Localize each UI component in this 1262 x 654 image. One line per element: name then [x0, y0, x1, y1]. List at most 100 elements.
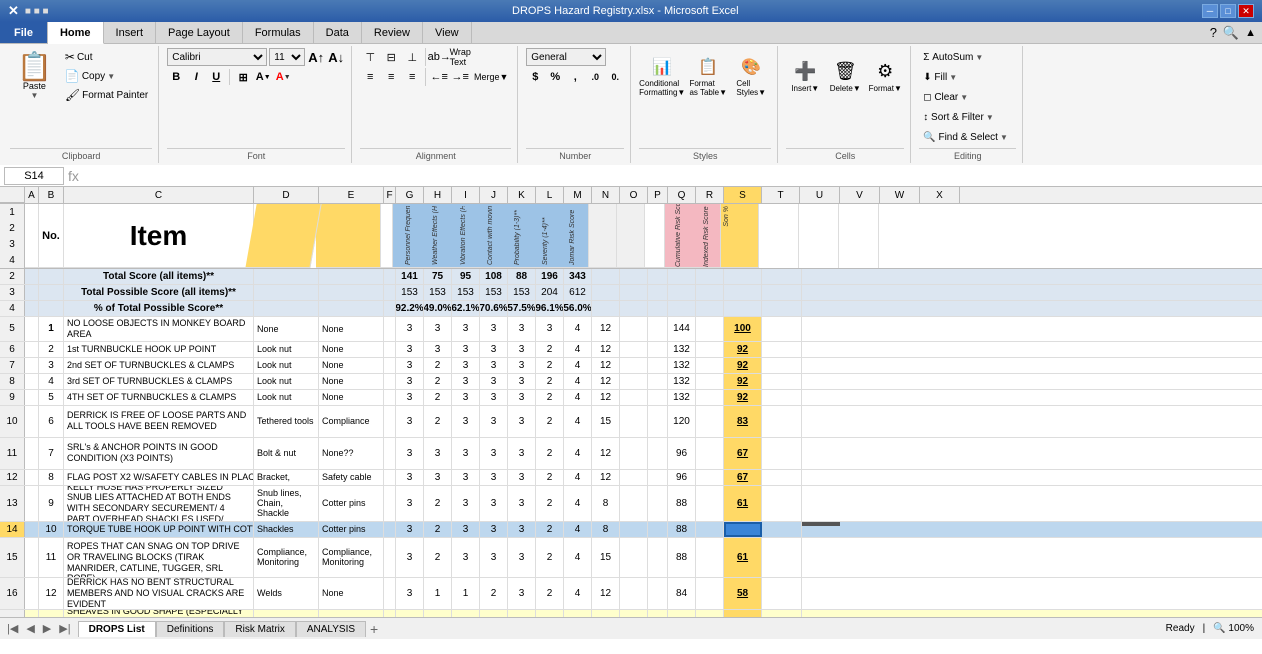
border-button[interactable]: ⊞ — [234, 68, 252, 86]
sheet-first-button[interactable]: |◀ — [4, 622, 21, 635]
sheet-tab-definitions[interactable]: Definitions — [156, 621, 225, 637]
sort-filter-button[interactable]: ↕ Sort & Filter▼ — [919, 108, 998, 126]
cell-styles-button[interactable]: 🎨 CellStyles▼ — [731, 48, 771, 106]
col-header-u[interactable]: U — [800, 187, 840, 203]
tab-home[interactable]: Home — [48, 22, 104, 44]
cell-item-label: Item — [64, 204, 254, 268]
cut-button[interactable]: ✂ Cut — [61, 48, 152, 66]
table-row: 8 4 3rd SET OF TURNBUCKLES & CLAMPS Look… — [0, 374, 1262, 390]
col-header-n[interactable]: N — [592, 187, 620, 203]
sheet-next-button[interactable]: ▶ — [40, 622, 54, 635]
font-color-button[interactable]: A▼ — [274, 68, 292, 86]
tab-view[interactable]: View — [423, 22, 472, 43]
decrease-font-button[interactable]: A↓ — [327, 48, 345, 66]
col-header-j[interactable]: J — [480, 187, 508, 203]
col-header-f[interactable]: F — [384, 187, 396, 203]
copy-button[interactable]: 📄 Copy ▼ — [61, 67, 152, 85]
tab-review[interactable]: Review — [362, 22, 423, 43]
row-4-num[interactable]: 4 — [0, 252, 25, 268]
orientation-button[interactable]: ab→ — [429, 48, 449, 66]
col-header-k[interactable]: K — [508, 187, 536, 203]
col-header-s[interactable]: S — [724, 187, 762, 203]
row-2-num[interactable]: 2 — [0, 220, 25, 236]
underline-button[interactable]: U — [207, 68, 225, 86]
sheet-prev-button[interactable]: ◀ — [23, 622, 37, 635]
col-header-l[interactable]: L — [536, 187, 564, 203]
tab-insert[interactable]: Insert — [104, 22, 157, 43]
autosum-button[interactable]: Σ AutoSum▼ — [919, 48, 987, 66]
col-header-a[interactable]: A — [25, 187, 39, 203]
decrease-decimal-button[interactable]: .0 — [586, 68, 604, 86]
col-header-v[interactable]: V — [840, 187, 880, 203]
top-align-button[interactable]: ⊤ — [360, 48, 380, 66]
help-icon[interactable]: ? — [1210, 25, 1217, 40]
selected-cell-s14[interactable] — [724, 522, 762, 537]
formula-input[interactable] — [83, 167, 1258, 185]
decrease-indent-button[interactable]: ←≡ — [429, 68, 449, 86]
formula-bar: fx — [0, 165, 1262, 187]
col-header-r[interactable]: R — [696, 187, 724, 203]
tab-file[interactable]: File — [0, 22, 48, 43]
sheet-tab-risk-matrix[interactable]: Risk Matrix — [224, 621, 295, 637]
tab-page-layout[interactable]: Page Layout — [156, 22, 243, 43]
close-button[interactable]: ✕ — [1238, 4, 1254, 18]
center-align-button[interactable]: ≡ — [381, 68, 401, 86]
merge-center-button[interactable]: Merge▼ — [471, 68, 511, 86]
restore-button[interactable]: □ — [1220, 4, 1236, 18]
delete-button[interactable]: 🗑 Delete▼ — [826, 48, 864, 106]
col-header-t[interactable]: T — [762, 187, 800, 203]
number-format-select[interactable]: General — [526, 48, 606, 66]
wrap-text-button[interactable]: WrapText — [450, 48, 470, 66]
increase-indent-button[interactable]: →≡ — [450, 68, 470, 86]
row-3-num[interactable]: 3 — [0, 236, 25, 252]
font-name-select[interactable]: Calibri — [167, 48, 267, 66]
find-select-button[interactable]: 🔍 Find & Select▼ — [919, 128, 1012, 146]
col-header-g[interactable]: G — [396, 187, 424, 203]
sheet-last-button[interactable]: ▶| — [56, 622, 73, 635]
col-header-q[interactable]: Q — [668, 187, 696, 203]
bold-button[interactable]: B — [167, 68, 185, 86]
currency-button[interactable]: $ — [526, 68, 544, 86]
fill-color-button[interactable]: A▼ — [254, 68, 272, 86]
col-header-m[interactable]: M — [564, 187, 592, 203]
right-align-button[interactable]: ≡ — [402, 68, 422, 86]
col-header-h[interactable]: H — [424, 187, 452, 203]
tab-formulas[interactable]: Formulas — [243, 22, 314, 43]
clear-button[interactable]: ◻ Clear▼ — [919, 88, 972, 106]
bottom-align-button[interactable]: ⊥ — [402, 48, 422, 66]
number-label: Number — [526, 148, 624, 161]
col-header-w[interactable]: W — [880, 187, 920, 203]
tab-data[interactable]: Data — [314, 22, 362, 43]
col-header-b[interactable]: B — [39, 187, 64, 203]
sheet-tab-analysis[interactable]: ANALYSIS — [296, 621, 366, 637]
paste-button[interactable]: 📋 Paste ▼ — [10, 48, 59, 105]
col-header-x[interactable]: X — [920, 187, 960, 203]
collapse-ribbon-icon[interactable]: ▲ — [1245, 27, 1256, 39]
format-button[interactable]: ⚙ Format▼ — [866, 48, 904, 106]
format-as-table-button[interactable]: 📋 Formatas Table▼ — [688, 48, 728, 106]
col-header-i[interactable]: I — [452, 187, 480, 203]
format-painter-button[interactable]: 🖌 Format Painter — [61, 86, 152, 104]
comma-button[interactable]: , — [566, 68, 584, 86]
minimize-button[interactable]: ─ — [1202, 4, 1218, 18]
col-header-e[interactable]: E — [319, 187, 384, 203]
col-header-d[interactable]: D — [254, 187, 319, 203]
fill-button[interactable]: ⬇ Fill▼ — [919, 68, 961, 86]
sheet-tab-drops-list[interactable]: DROPS List — [78, 621, 156, 637]
conditional-formatting-button[interactable]: 📊 ConditionalFormatting▼ — [639, 48, 685, 106]
font-size-select[interactable]: 11 — [269, 48, 305, 66]
middle-align-button[interactable]: ⊟ — [381, 48, 401, 66]
increase-font-button[interactable]: A↑ — [307, 48, 325, 66]
insert-button[interactable]: ➕ Insert▼ — [786, 48, 824, 106]
increase-decimal-button[interactable]: 0. — [606, 68, 624, 86]
row-1-num[interactable]: 1 — [0, 204, 25, 220]
cell-reference-box[interactable] — [4, 167, 64, 185]
col-header-c[interactable]: C — [64, 187, 254, 203]
left-align-button[interactable]: ≡ — [360, 68, 380, 86]
add-sheet-button[interactable]: + — [366, 621, 382, 637]
col-header-p[interactable]: P — [648, 187, 668, 203]
col-header-o[interactable]: O — [620, 187, 648, 203]
percent-button[interactable]: % — [546, 68, 564, 86]
italic-button[interactable]: I — [187, 68, 205, 86]
search-icon[interactable]: 🔍 — [1223, 25, 1239, 41]
